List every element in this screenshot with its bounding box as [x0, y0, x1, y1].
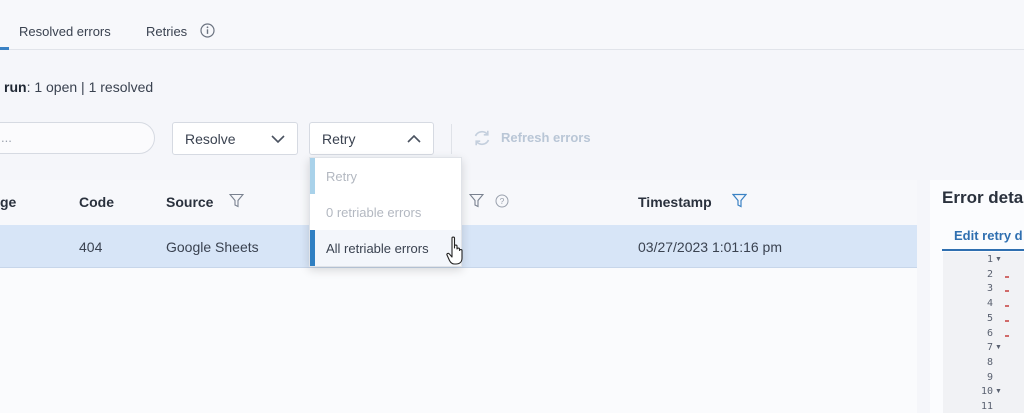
- svg-text:?: ?: [500, 196, 505, 206]
- chevron-down-icon: [271, 135, 285, 144]
- fold-arrow-icon[interactable]: ▼: [995, 256, 1002, 263]
- menu-item-all-retriable[interactable]: All retriable errors: [310, 230, 461, 266]
- summary-prefix: run: [4, 79, 27, 95]
- code-token: [1005, 320, 1009, 322]
- retry-menu: Retry 0 retriable errors All retriable e…: [309, 157, 462, 267]
- fold-arrow-icon[interactable]: ▼: [995, 344, 1002, 351]
- info-icon[interactable]: [200, 23, 215, 38]
- line-number: 7: [986, 342, 993, 353]
- search-input[interactable]: ...: [0, 122, 155, 154]
- toolbar-divider: [451, 124, 452, 154]
- refresh-icon: [474, 130, 490, 146]
- column-header-timestamp[interactable]: Timestamp: [638, 194, 712, 210]
- panel-tab-indicator: [942, 249, 1024, 251]
- line-number: 8: [986, 357, 993, 368]
- menu-item-retry[interactable]: Retry: [310, 158, 461, 194]
- column-filter-icon[interactable]: [469, 193, 484, 208]
- active-tab-indicator: [0, 47, 9, 50]
- fold-arrow-icon[interactable]: ▼: [995, 388, 1002, 395]
- retry-dropdown-label: Retry: [322, 131, 356, 147]
- menu-item-label: Retry: [326, 169, 358, 184]
- timestamp-filter-icon[interactable]: [732, 193, 747, 208]
- cell-code: 404: [79, 239, 103, 255]
- error-summary: run: 1 open | 1 resolved: [4, 79, 153, 95]
- error-details-panel: Error deta Edit retry d 1 2 3 4 5 6 7 8 …: [930, 180, 1024, 413]
- summary-counts: : 1 open | 1 resolved: [26, 79, 154, 95]
- column-header-source[interactable]: Source: [166, 194, 213, 210]
- code-token: [1005, 290, 1009, 292]
- cell-source: Google Sheets: [166, 239, 259, 255]
- menu-item-label: 0 retriable errors: [326, 205, 422, 220]
- line-number: 3: [986, 283, 993, 294]
- resolve-dropdown[interactable]: Resolve: [172, 122, 298, 155]
- menu-item-indicator: [310, 158, 315, 194]
- menu-item-zero-retriable[interactable]: 0 retriable errors: [310, 194, 461, 230]
- tab-retries[interactable]: Retries: [146, 24, 187, 39]
- column-header-code[interactable]: Code: [79, 194, 114, 210]
- refresh-errors-label: Refresh errors: [501, 130, 591, 145]
- source-filter-icon[interactable]: [229, 193, 244, 208]
- code-editor[interactable]: 1 2 3 4 5 6 7 8 9 10 11 ▼ ▼ ▼: [943, 252, 1024, 413]
- line-number: 5: [986, 313, 993, 324]
- column-header-first[interactable]: ge: [0, 194, 16, 210]
- hand-pointer-icon: [446, 236, 463, 265]
- line-number: 4: [986, 298, 993, 309]
- line-number: 1: [986, 254, 993, 265]
- line-number: 11: [980, 401, 993, 412]
- chevron-up-icon: [407, 134, 421, 143]
- line-number: 9: [986, 372, 993, 383]
- menu-item-indicator: [310, 230, 315, 266]
- code-token: [1005, 305, 1009, 307]
- line-number: 10: [980, 386, 993, 397]
- code-token: [1005, 276, 1009, 278]
- panel-title: Error deta: [942, 188, 1024, 207]
- tab-bar: Resolved errors Retries: [0, 0, 1024, 50]
- cell-timestamp: 03/27/2023 1:01:16 pm: [638, 239, 783, 255]
- line-number: 2: [986, 269, 993, 280]
- menu-item-label: All retriable errors: [326, 241, 429, 256]
- line-number: 6: [986, 328, 993, 339]
- tab-resolved-errors[interactable]: Resolved errors: [19, 24, 111, 39]
- resolve-dropdown-label: Resolve: [185, 131, 236, 147]
- tab-edit-retry-data[interactable]: Edit retry d: [954, 228, 1023, 243]
- help-icon[interactable]: ?: [495, 194, 509, 208]
- retry-dropdown[interactable]: Retry: [309, 122, 434, 155]
- code-token: [1005, 335, 1009, 337]
